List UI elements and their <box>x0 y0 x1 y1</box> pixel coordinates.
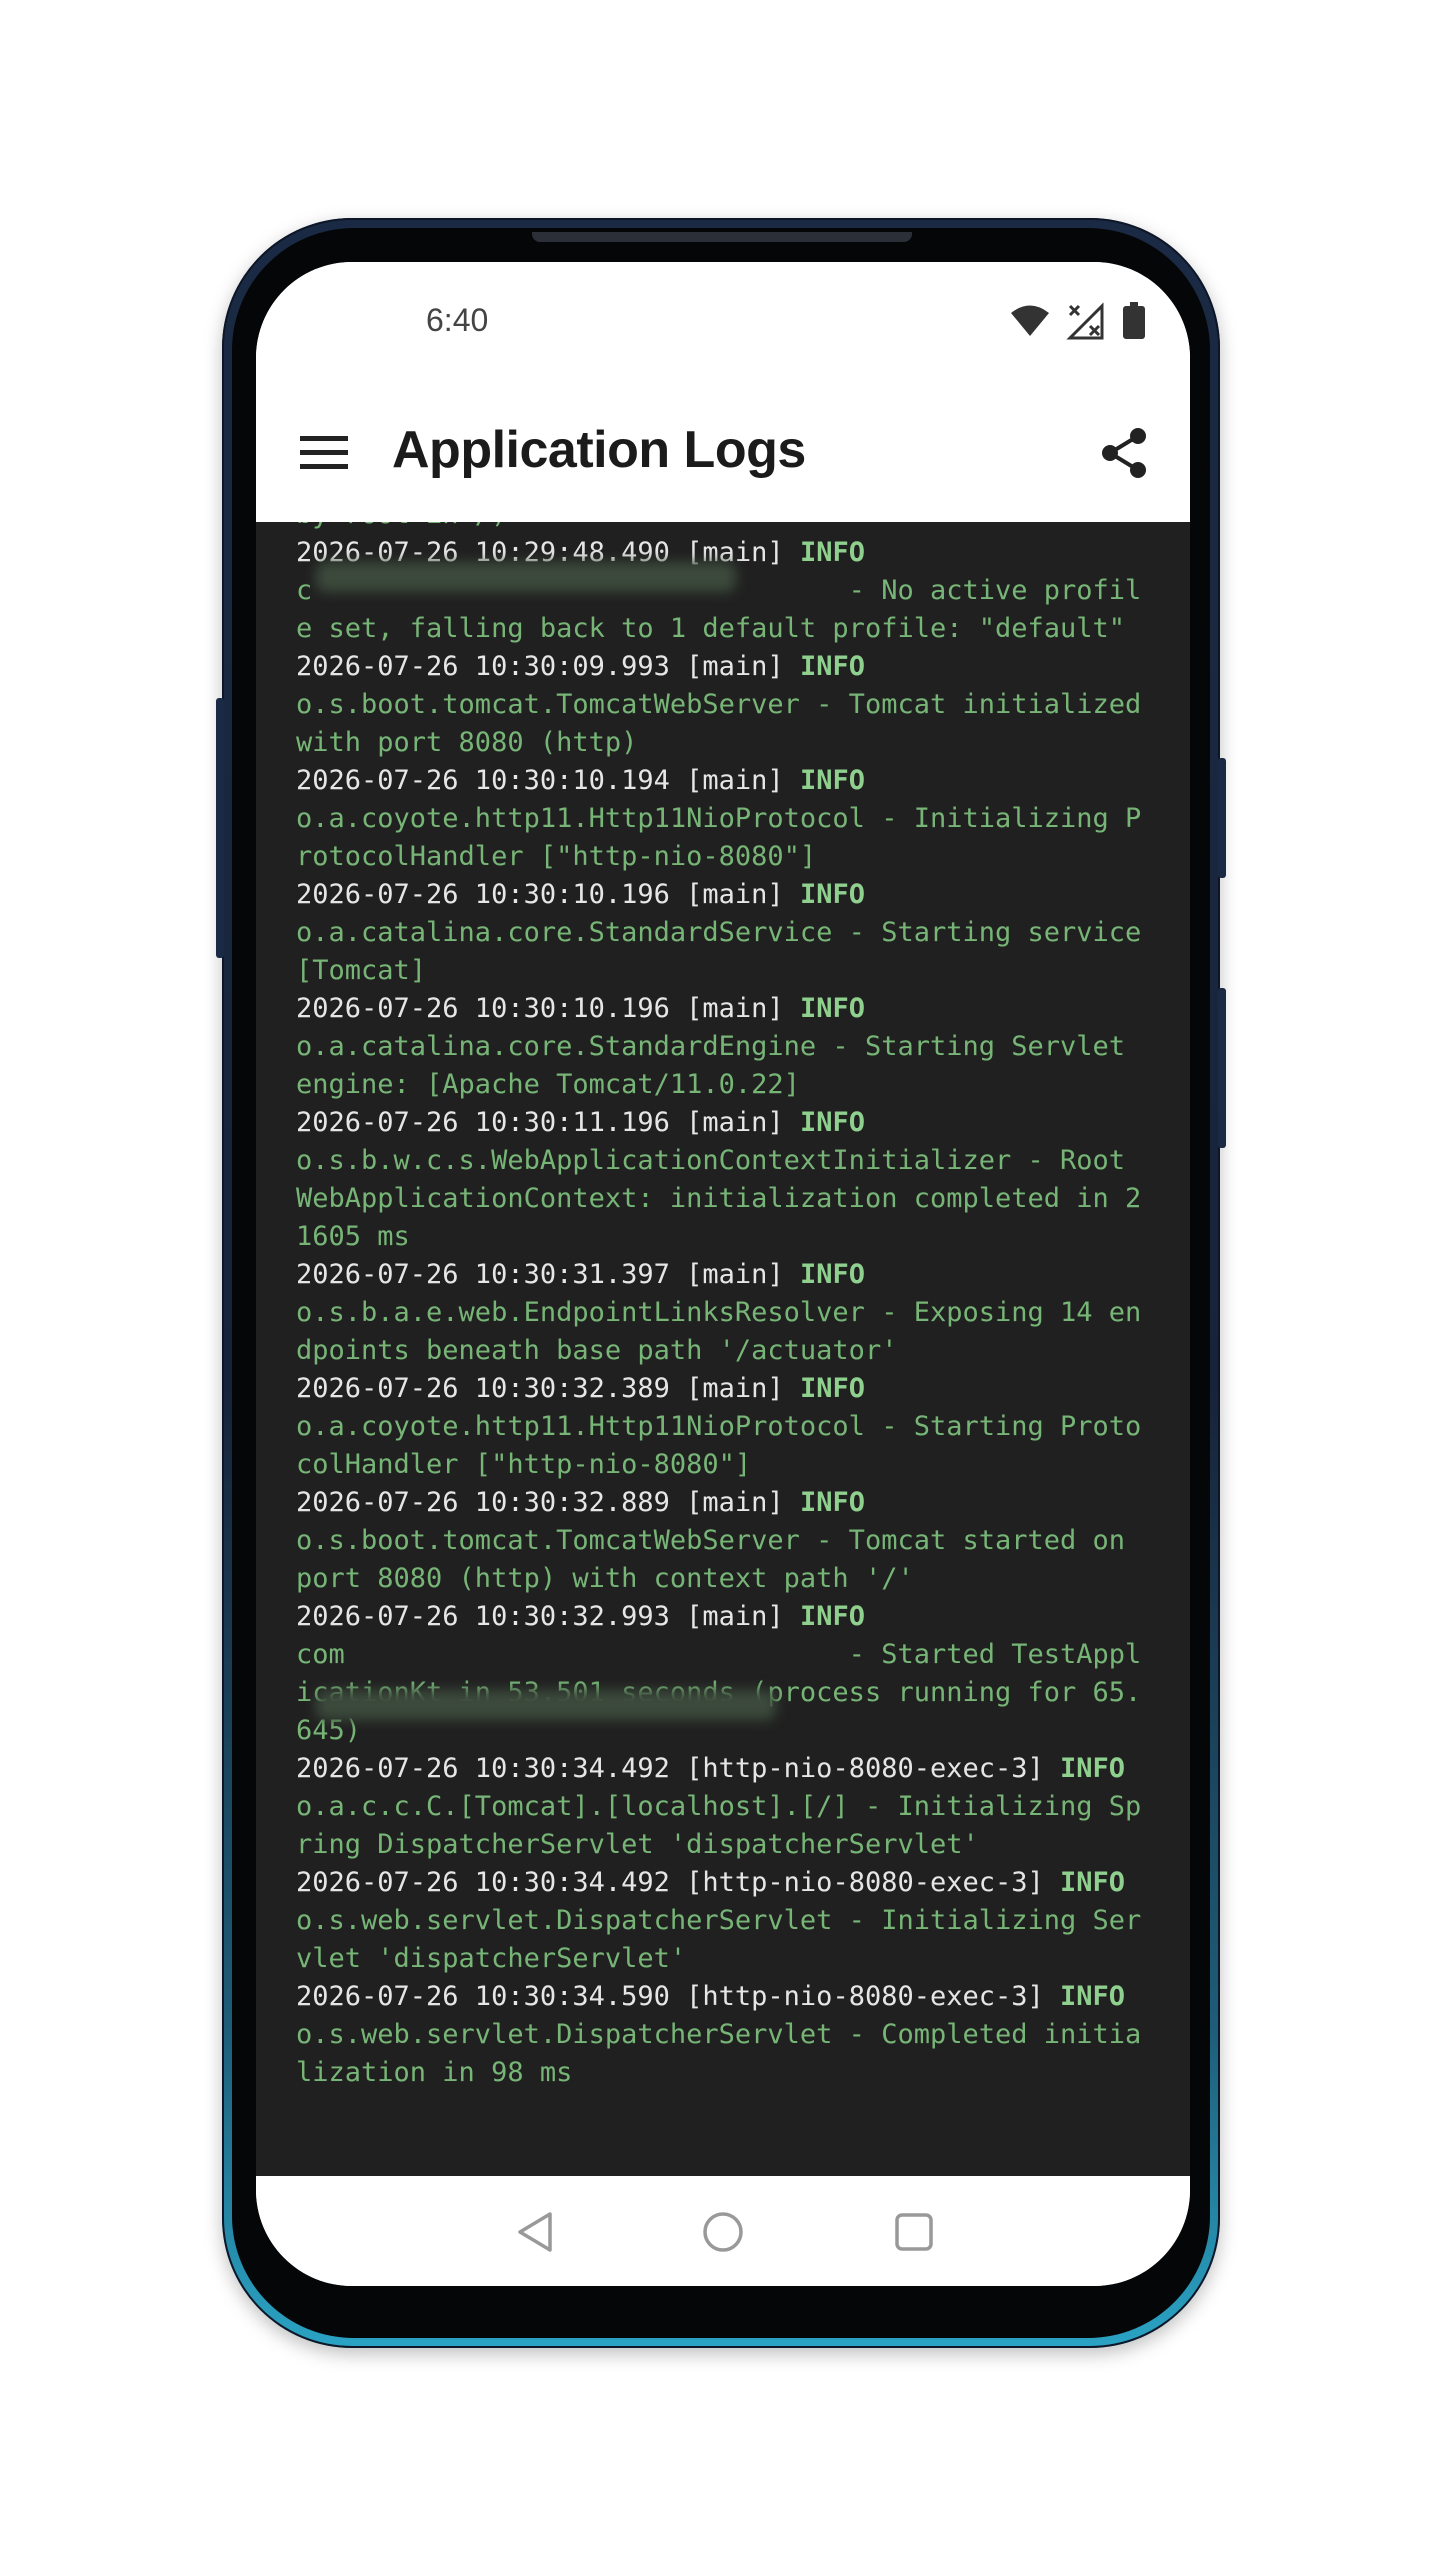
share-icon[interactable] <box>1098 426 1150 480</box>
log-thread: [main] <box>686 993 784 1024</box>
recents-icon[interactable] <box>892 2210 936 2254</box>
log-thread: [http-nio-8080-exec-3] <box>686 1753 1044 1784</box>
battery-icon <box>1122 302 1146 340</box>
redacted-region <box>316 1690 776 1720</box>
log-timestamp: 2026-07-26 10:30:11.196 <box>296 1107 670 1138</box>
log-message: o.s.b.w.c.s.WebApplicationContextInitial… <box>296 1145 1142 1252</box>
log-thread: [main] <box>686 1601 784 1632</box>
log-list: by root in /) 2026-07-26 10:29:48.490 [m… <box>296 522 1156 2092</box>
log-header: 2026-07-26 10:30:34.492 [http-nio-8080-e… <box>296 1864 1156 1902</box>
status-icons <box>1010 302 1146 340</box>
log-header: 2026-07-26 10:30:34.492 [http-nio-8080-e… <box>296 1750 1156 1788</box>
log-entry: 2026-07-26 10:30:34.590 [http-nio-8080-e… <box>296 1978 1156 2092</box>
log-timestamp: 2026-07-26 10:30:34.492 <box>296 1753 670 1784</box>
log-entry: 2026-07-26 10:30:10.196 [main] INFO o.a.c… <box>296 990 1156 1104</box>
log-timestamp: 2026-07-26 10:30:32.993 <box>296 1601 670 1632</box>
volume-button <box>216 698 224 958</box>
log-message: o.a.c.c.C.[Tomcat].[localhost].[/] - Ini… <box>296 1791 1142 1860</box>
log-level: INFO <box>799 1259 865 1290</box>
log-timestamp: 2026-07-26 10:30:09.993 <box>296 651 670 682</box>
log-level: INFO <box>799 537 865 568</box>
log-thread: [main] <box>686 1107 784 1138</box>
log-level: INFO <box>799 1487 865 1518</box>
phone-screen: 6:40 Application Logs 2026-07-26 10:29:4… <box>256 262 1190 2286</box>
log-entry: 2026-07-26 10:30:34.492 [http-nio-8080-e… <box>296 1750 1156 1864</box>
log-entry: 2026-07-26 10:30:32.389 [main] INFO o.a.c… <box>296 1370 1156 1484</box>
log-thread: [main] <box>686 1373 784 1404</box>
log-level: INFO <box>799 1107 865 1138</box>
log-header: 2026-07-26 10:30:32.389 [main] INFO <box>296 1370 1156 1408</box>
log-timestamp: 2026-07-26 10:30:10.194 <box>296 765 670 796</box>
log-entry: 2026-07-26 10:30:32.993 [main] INFO com -… <box>296 1598 1156 1750</box>
home-icon[interactable] <box>701 2210 745 2254</box>
log-level: INFO <box>1060 1981 1126 2012</box>
log-thread: [main] <box>686 1487 784 1518</box>
log-timestamp: 2026-07-26 10:30:32.889 <box>296 1487 670 1518</box>
log-entry: 2026-07-26 10:30:10.196 [main] INFO o.a.c… <box>296 876 1156 990</box>
log-level: INFO <box>799 765 865 796</box>
log-message: o.s.web.servlet.DispatcherServlet - Comp… <box>296 2019 1142 2088</box>
log-timestamp: 2026-07-26 10:30:34.492 <box>296 1867 670 1898</box>
alert-slider <box>1218 758 1226 878</box>
log-message: o.s.boot.tomcat.TomcatWebServer - Tomcat… <box>296 1525 1142 1594</box>
log-timestamp: 2026-07-26 10:30:10.196 <box>296 879 670 910</box>
no-signal-icon <box>1066 302 1106 340</box>
log-message: o.a.coyote.http11.Http11NioProtocol - In… <box>296 803 1142 872</box>
log-entry: 2026-07-26 10:30:11.196 [main] INFO o.s.b… <box>296 1104 1156 1256</box>
log-header: 2026-07-26 10:30:31.397 [main] INFO <box>296 1256 1156 1294</box>
redacted-region <box>316 562 736 592</box>
log-fragment: by root in /) <box>296 522 1156 534</box>
log-level: INFO <box>799 651 865 682</box>
log-thread: [main] <box>686 651 784 682</box>
log-timestamp: 2026-07-26 10:30:10.196 <box>296 993 670 1024</box>
status-time: 6:40 <box>426 302 489 338</box>
log-header: 2026-07-26 10:30:11.196 [main] INFO <box>296 1104 1156 1142</box>
log-thread: [main] <box>686 879 784 910</box>
log-entry: 2026-07-26 10:30:10.194 [main] INFO o.a.c… <box>296 762 1156 876</box>
log-viewer[interactable]: by root in /) 2026-07-26 10:29:48.490 [m… <box>256 522 1190 2176</box>
log-level: INFO <box>1060 1867 1126 1898</box>
log-entry: 2026-07-26 10:30:09.993 [main] INFO o.s.b… <box>296 648 1156 762</box>
log-level: INFO <box>1060 1753 1126 1784</box>
log-header: 2026-07-26 10:30:34.590 [http-nio-8080-e… <box>296 1978 1156 2016</box>
log-header: 2026-07-26 10:30:32.993 [main] INFO <box>296 1598 1156 1636</box>
log-level: INFO <box>799 1373 865 1404</box>
log-header: 2026-07-26 10:30:10.194 [main] INFO <box>296 762 1156 800</box>
log-timestamp: 2026-07-26 10:30:31.397 <box>296 1259 670 1290</box>
log-entry: 2026-07-26 10:30:32.889 [main] INFO o.s.b… <box>296 1484 1156 1598</box>
app-bar: Application Logs <box>256 382 1190 522</box>
log-message: o.s.boot.tomcat.TomcatWebServer - Tomcat… <box>296 689 1158 758</box>
log-timestamp: 2026-07-26 10:30:34.590 <box>296 1981 670 2012</box>
page-title: Application Logs <box>392 421 806 479</box>
log-message: o.s.web.servlet.DispatcherServlet - Init… <box>296 1905 1142 1974</box>
log-message: o.s.b.a.e.web.EndpointLinksResolver - Ex… <box>296 1297 1142 1366</box>
log-thread: [http-nio-8080-exec-3] <box>686 1867 1044 1898</box>
log-level: INFO <box>799 1601 865 1632</box>
log-level: INFO <box>799 879 865 910</box>
log-header: 2026-07-26 10:30:09.993 [main] INFO <box>296 648 1156 686</box>
log-thread: [main] <box>686 765 784 796</box>
log-timestamp: 2026-07-26 10:30:32.389 <box>296 1373 670 1404</box>
back-icon[interactable] <box>514 2210 558 2254</box>
log-thread: [main] <box>686 1259 784 1290</box>
log-message: o.a.coyote.http11.Http11NioProtocol - St… <box>296 1411 1142 1480</box>
status-bar: 6:40 <box>256 262 1190 382</box>
log-level: INFO <box>799 993 865 1024</box>
log-header: 2026-07-26 10:30:10.196 [main] INFO <box>296 876 1156 914</box>
navigation-bar <box>256 2176 1190 2286</box>
log-message: o.a.catalina.core.StandardEngine - Start… <box>296 1031 1142 1100</box>
power-button <box>1218 988 1226 1148</box>
log-entry: 2026-07-26 10:30:34.492 [http-nio-8080-e… <box>296 1864 1156 1978</box>
wifi-icon <box>1010 304 1050 338</box>
earpiece <box>532 232 912 242</box>
log-thread: [http-nio-8080-exec-3] <box>686 1981 1044 2012</box>
log-header: 2026-07-26 10:30:10.196 [main] INFO <box>296 990 1156 1028</box>
hamburger-menu-icon[interactable] <box>300 430 348 474</box>
log-message: o.a.catalina.core.StandardService - Star… <box>296 917 1158 986</box>
log-header: 2026-07-26 10:30:32.889 [main] INFO <box>296 1484 1156 1522</box>
log-entry: 2026-07-26 10:30:31.397 [main] INFO o.s.b… <box>296 1256 1156 1370</box>
